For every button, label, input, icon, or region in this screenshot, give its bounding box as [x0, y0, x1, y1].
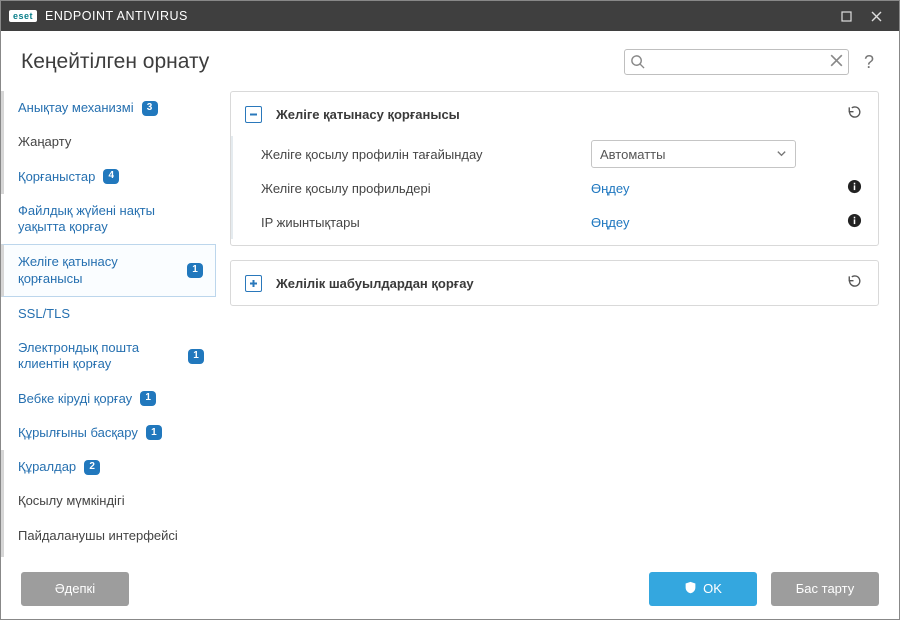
help-button[interactable]: ?: [859, 52, 879, 73]
window-maximize-button[interactable]: [831, 1, 861, 31]
info-icon[interactable]: [847, 179, 864, 197]
button-label: Бас тарту: [796, 581, 854, 596]
search-icon: [630, 54, 645, 72]
sidebar-item-device-control[interactable]: Құрылғыны басқару 1: [1, 416, 216, 450]
expand-icon[interactable]: [245, 275, 262, 292]
sidebar-item-protections[interactable]: Қорғаныстар 4: [1, 160, 216, 194]
undo-icon[interactable]: [843, 271, 864, 295]
row-label: IP жиынтықтары: [261, 215, 591, 230]
info-icon[interactable]: [847, 213, 864, 231]
header: Кеңейтілген орнату ?: [1, 31, 899, 87]
sidebar-item-label: Вебке кіруді қорғау: [18, 391, 132, 407]
button-label: Әдепкі: [55, 581, 95, 596]
panel-header: Желілік шабуылдардан қорғау: [231, 261, 878, 305]
product-title: ENDPOINT ANTIVIRUS: [45, 9, 188, 23]
sidebar-item-label: Электрондық пошта клиентін қорғау: [18, 340, 180, 373]
sidebar-item-label: SSL/TLS: [18, 306, 70, 322]
sidebar-item-label: Файлдық жүйені нақты уақытта қорғау: [18, 203, 204, 236]
sidebar-badge: 1: [187, 263, 203, 278]
shield-icon: [684, 581, 697, 597]
sidebar-badge: 3: [142, 101, 158, 116]
sidebar-item-email-client[interactable]: Электрондық пошта клиентін қорғау 1: [1, 331, 216, 382]
sidebar-badge: 1: [140, 391, 156, 406]
sidebar-badge: 2: [84, 460, 100, 475]
sidebar-item-update[interactable]: Жаңарту: [1, 125, 216, 159]
edit-profiles-link[interactable]: Өңдеу: [591, 181, 629, 196]
clear-search-icon[interactable]: [830, 54, 843, 70]
sidebar-badge: 4: [103, 169, 119, 184]
cancel-button[interactable]: Бас тарту: [771, 572, 879, 606]
sidebar-item-ssl-tls[interactable]: SSL/TLS: [1, 297, 216, 331]
select-value: Автоматты: [600, 147, 665, 162]
collapse-icon[interactable]: [245, 106, 262, 123]
sidebar-item-label: Қосылу мүмкіндігі: [18, 493, 125, 509]
sidebar: Анықтау механизмі 3 Жаңарту Қорғаныстар …: [1, 87, 216, 557]
page-title: Кеңейтілген орнату: [21, 50, 209, 74]
sidebar-item-label: Пайдаланушы интерфейсі: [18, 528, 178, 544]
sidebar-item-label: Анықтау механизмі: [18, 100, 134, 116]
chevron-down-icon: [776, 147, 787, 162]
sidebar-badge: 1: [188, 349, 204, 364]
titlebar: eset ENDPOINT ANTIVIRUS: [1, 1, 899, 31]
sidebar-item-detection[interactable]: Анықтау механизмі 3: [1, 91, 216, 125]
panel-title: Желілік шабуылдардан қорғау: [276, 276, 843, 291]
setting-row-ip-sets: IP жиынтықтары Өңдеу: [231, 205, 864, 239]
footer: Әдепкі OK Бас тарту: [1, 557, 899, 619]
panel-network-attack: Желілік шабуылдардан қорғау: [230, 260, 879, 306]
edit-ipsets-link[interactable]: Өңдеу: [591, 215, 629, 230]
content: Желіге қатынасу қорғанысы Желіге қосылу …: [216, 87, 899, 557]
sidebar-item-label: Қорғаныстар: [18, 169, 95, 185]
panel-title: Желіге қатынасу қорғанысы: [276, 107, 843, 122]
setting-row-profile-assignment: Желіге қосылу профилін тағайындау Автома…: [231, 136, 864, 171]
panel-header: Желіге қатынасу қорғанысы: [231, 92, 878, 136]
row-label: Желіге қосылу профильдері: [261, 181, 591, 196]
sidebar-item-web-access[interactable]: Вебке кіруді қорғау 1: [1, 382, 216, 416]
sidebar-item-tools[interactable]: Құралдар 2: [1, 450, 216, 484]
panel-network-access: Желіге қатынасу қорғанысы Желіге қосылу …: [230, 91, 879, 246]
undo-icon[interactable]: [843, 102, 864, 126]
window-close-button[interactable]: [861, 1, 891, 31]
setting-row-connection-profiles: Желіге қосылу профильдері Өңдеу: [231, 171, 864, 205]
search-input[interactable]: [624, 49, 849, 75]
default-button[interactable]: Әдепкі: [21, 572, 129, 606]
sidebar-item-label: Жаңарту: [18, 134, 71, 150]
sidebar-item-connectivity[interactable]: Қосылу мүмкіндігі: [1, 484, 216, 518]
button-label: OK: [703, 581, 722, 596]
sidebar-item-label: Желіге қатынасу қорғанысы: [18, 254, 179, 287]
sidebar-item-label: Құрылғыны басқару: [18, 425, 138, 441]
sidebar-item-network-access[interactable]: Желіге қатынасу қорғанысы 1: [1, 244, 216, 297]
ok-button[interactable]: OK: [649, 572, 757, 606]
sidebar-badge: 1: [146, 425, 162, 440]
profile-assignment-select[interactable]: Автоматты: [591, 140, 796, 168]
row-label: Желіге қосылу профилін тағайындау: [261, 147, 591, 162]
sidebar-item-label: Құралдар: [18, 459, 76, 475]
sidebar-item-realtime-fs[interactable]: Файлдық жүйені нақты уақытта қорғау: [1, 194, 216, 245]
search-wrap: [624, 49, 849, 75]
sidebar-item-ui[interactable]: Пайдаланушы интерфейсі: [1, 519, 216, 553]
brand-badge: eset: [9, 10, 37, 22]
